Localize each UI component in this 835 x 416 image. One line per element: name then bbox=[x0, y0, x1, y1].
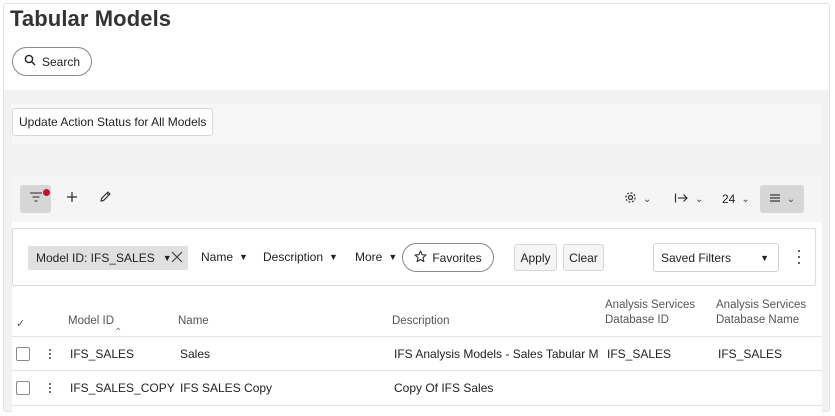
favorites-label: Favorites bbox=[432, 250, 482, 265]
cell-name: Sales bbox=[180, 347, 211, 361]
row-divider bbox=[12, 405, 822, 406]
export-menu[interactable]: ⌄ bbox=[674, 189, 703, 209]
close-icon[interactable] bbox=[170, 250, 184, 264]
list-view-icon bbox=[769, 190, 781, 208]
more-filters-label: More bbox=[355, 250, 383, 264]
cell-model-id[interactable]: IFS_SALES bbox=[70, 347, 134, 361]
search-button[interactable]: Search bbox=[12, 47, 92, 76]
row-checkbox[interactable] bbox=[16, 381, 30, 395]
chevron-down-icon: ⌄ bbox=[786, 193, 796, 205]
description-filter-dropdown[interactable]: Description ▼ bbox=[263, 250, 338, 264]
cell-description: IFS Analysis Models - Sales Tabular M... bbox=[394, 347, 599, 361]
cell-db-id: IFS_SALES bbox=[607, 347, 672, 361]
cell-db-name: IFS_SALES bbox=[718, 347, 783, 361]
row-checkbox[interactable] bbox=[16, 347, 30, 361]
row-options-menu[interactable] bbox=[48, 349, 52, 359]
page-header: Tabular Models Search bbox=[4, 4, 829, 90]
caret-down-icon: ▼ bbox=[239, 252, 248, 262]
caret-down-icon: ▼ bbox=[388, 252, 398, 262]
page-size-menu[interactable]: 24 ⌄ bbox=[722, 189, 750, 209]
pencil-icon bbox=[99, 190, 112, 208]
filter-icon bbox=[29, 190, 43, 208]
page-size-value: 24 bbox=[722, 192, 736, 206]
favorites-button[interactable]: Favorites bbox=[402, 243, 494, 272]
row-options-menu[interactable] bbox=[48, 383, 52, 393]
column-header-model-id[interactable]: Model ID bbox=[68, 314, 114, 329]
description-filter-label: Description bbox=[263, 250, 324, 264]
column-header-db-name-line1: Analysis Services bbox=[716, 299, 807, 311]
caret-down-icon: ▼ bbox=[760, 253, 769, 263]
apply-button[interactable]: Apply bbox=[514, 244, 557, 271]
cell-model-id[interactable]: IFS_SALES_COPY bbox=[70, 381, 175, 395]
column-header-description[interactable]: Description bbox=[392, 314, 450, 329]
filter-toggle-button[interactable] bbox=[20, 185, 51, 213]
search-icon bbox=[24, 54, 36, 69]
view-mode-menu[interactable]: ⌄ bbox=[760, 185, 804, 213]
arrow-right-bar-icon bbox=[674, 192, 689, 207]
settings-menu[interactable]: ⌄ bbox=[624, 189, 651, 209]
saved-filters-label: Saved Filters bbox=[661, 250, 732, 265]
select-all-check[interactable]: ✓ bbox=[16, 317, 25, 330]
more-filters-dropdown[interactable]: More ▼ bbox=[355, 250, 397, 264]
model-id-filter-chip[interactable]: Model ID: IFS_SALES ▼ bbox=[28, 246, 188, 270]
filter-options-menu[interactable] bbox=[795, 250, 803, 264]
update-action-status-button[interactable]: Update Action Status for All Models bbox=[12, 108, 214, 136]
star-icon bbox=[414, 249, 427, 266]
column-header-db-id-line1: Analysis Services bbox=[605, 299, 696, 311]
name-filter-dropdown[interactable]: Name ▼ bbox=[201, 250, 248, 264]
gear-icon bbox=[624, 191, 637, 207]
page-title: Tabular Models bbox=[10, 6, 172, 31]
chevron-down-icon: ⌄ bbox=[695, 193, 704, 205]
table-header-divider bbox=[12, 336, 822, 337]
edit-button[interactable] bbox=[96, 190, 114, 208]
saved-filters-select[interactable]: Saved Filters ▼ bbox=[653, 243, 779, 272]
column-header-db-id-line2: Database ID bbox=[605, 314, 669, 326]
clear-button[interactable]: Clear bbox=[563, 244, 604, 271]
name-filter-label: Name bbox=[201, 250, 234, 264]
search-button-label: Search bbox=[41, 54, 81, 69]
chevron-down-icon: ⌄ bbox=[741, 193, 750, 205]
column-header-db-name-line2: Database Name bbox=[716, 314, 800, 326]
cell-name: IFS SALES Copy bbox=[180, 381, 273, 395]
filter-active-indicator bbox=[43, 189, 50, 196]
column-header-db-name[interactable]: Analysis Services Database Name bbox=[716, 298, 806, 328]
plus-icon bbox=[66, 190, 78, 208]
model-id-filter-label: Model ID: IFS_SALES bbox=[36, 251, 155, 265]
cell-description: Copy Of IFS Sales bbox=[394, 381, 494, 395]
add-button[interactable] bbox=[63, 190, 81, 208]
column-header-name[interactable]: Name bbox=[178, 314, 209, 329]
column-header-db-id[interactable]: Analysis Services Database ID bbox=[605, 298, 695, 328]
row-divider bbox=[12, 370, 822, 371]
chevron-down-icon: ⌄ bbox=[643, 193, 652, 205]
caret-down-icon: ▼ bbox=[329, 252, 338, 262]
